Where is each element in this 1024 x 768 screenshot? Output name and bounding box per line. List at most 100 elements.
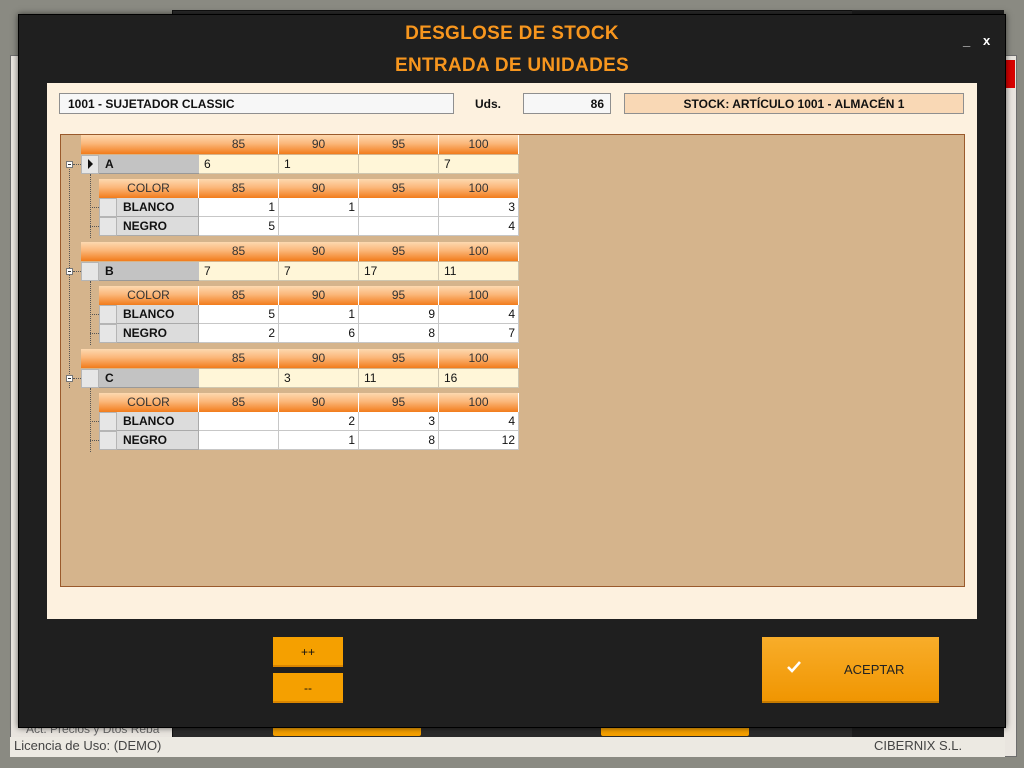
color-header: COLOR — [99, 286, 199, 305]
collapse-icon[interactable] — [66, 375, 73, 382]
color-quantity-cell[interactable]: 5 — [199, 305, 279, 324]
color-quantity-cell[interactable]: 3 — [439, 198, 519, 217]
dialog-subtitle: ENTRADA DE UNIDADES — [394, 55, 630, 76]
stock-breakdown-dialog: DESGLOSE DE STOCK ENTRADA DE UNIDADES _ … — [18, 14, 1006, 728]
background-red-strip — [1005, 60, 1015, 88]
size-header: 95 — [359, 242, 439, 261]
row-header[interactable] — [99, 324, 117, 343]
tree-line — [90, 281, 91, 345]
size-header: 100 — [439, 179, 519, 198]
group-total-cell[interactable]: 7 — [439, 155, 519, 174]
tree-line — [90, 174, 91, 238]
color-quantity-cell[interactable]: 7 — [439, 324, 519, 343]
row-header[interactable] — [99, 305, 117, 324]
article-field[interactable]: 1001 - SUJETADOR CLASSIC — [59, 93, 454, 114]
size-header: 95 — [359, 286, 439, 305]
decrement-button[interactable]: -- — [273, 673, 343, 703]
tree-line — [90, 388, 91, 452]
collapse-icon[interactable] — [66, 161, 73, 168]
color-quantity-cell[interactable] — [199, 412, 279, 431]
color-quantity-cell[interactable]: 4 — [439, 217, 519, 236]
color-quantity-cell[interactable] — [279, 217, 359, 236]
group-total-cell[interactable]: 16 — [439, 369, 519, 388]
tree-line — [73, 271, 81, 272]
tree-line — [90, 440, 99, 441]
row-header[interactable] — [99, 431, 117, 450]
color-name: NEGRO — [117, 217, 199, 236]
color-quantity-cell[interactable]: 1 — [279, 198, 359, 217]
tree-line — [90, 207, 99, 208]
accept-button[interactable]: ACEPTAR — [762, 637, 939, 703]
color-quantity-cell[interactable]: 4 — [439, 412, 519, 431]
tree-line — [90, 333, 99, 334]
size-header: 100 — [439, 242, 519, 261]
row-header[interactable] — [81, 262, 99, 281]
tree-line — [73, 164, 81, 165]
group-header-blank — [81, 135, 199, 154]
size-header: 85 — [199, 286, 279, 305]
check-icon — [787, 661, 801, 673]
collapse-icon[interactable] — [66, 268, 73, 275]
color-header: COLOR — [99, 179, 199, 198]
group-total-cell[interactable] — [359, 155, 439, 174]
size-header: 95 — [359, 349, 439, 368]
tree-line — [90, 314, 99, 315]
size-header: 85 — [199, 179, 279, 198]
size-header: 90 — [279, 242, 359, 261]
accept-label: ACEPTAR — [844, 662, 905, 677]
row-header[interactable] — [99, 412, 117, 431]
increment-button[interactable]: ++ — [273, 637, 343, 667]
size-header: 85 — [199, 242, 279, 261]
size-header: 100 — [439, 286, 519, 305]
group-total-cell[interactable]: 17 — [359, 262, 439, 281]
tree-line — [90, 226, 99, 227]
close-button[interactable]: x — [983, 33, 990, 48]
group-total-cell[interactable]: 6 — [199, 155, 279, 174]
size-header: 85 — [199, 349, 279, 368]
group-total-cell[interactable]: 3 — [279, 369, 359, 388]
uds-label: Uds. — [475, 97, 502, 111]
size-header: 90 — [279, 286, 359, 305]
group-total-cell[interactable]: 1 — [279, 155, 359, 174]
color-quantity-cell[interactable]: 1 — [279, 431, 359, 450]
color-quantity-cell[interactable]: 2 — [199, 324, 279, 343]
group-total-cell[interactable]: 7 — [199, 262, 279, 281]
size-header: 100 — [439, 393, 519, 412]
color-quantity-cell[interactable]: 9 — [359, 305, 439, 324]
stock-info-label: STOCK: ARTÍCULO 1001 - ALMACÉN 1 — [624, 93, 964, 114]
size-header: 90 — [279, 349, 359, 368]
color-quantity-cell[interactable]: 5 — [199, 217, 279, 236]
color-quantity-cell[interactable] — [359, 198, 439, 217]
color-quantity-cell[interactable]: 8 — [359, 431, 439, 450]
stock-grid[interactable]: 85 90 95 100 A 6 1 7 COLOR 85 90 95 100 BLANCO 1 1 3 NEGR… — [60, 134, 965, 587]
color-quantity-cell[interactable]: 3 — [359, 412, 439, 431]
row-header[interactable] — [81, 369, 99, 388]
row-header[interactable] — [99, 198, 117, 217]
color-quantity-cell[interactable] — [199, 431, 279, 450]
group-total-cell[interactable]: 11 — [359, 369, 439, 388]
tree-line — [73, 378, 81, 379]
color-quantity-cell[interactable]: 12 — [439, 431, 519, 450]
tree-line — [69, 164, 70, 388]
tree-line — [90, 421, 99, 422]
color-quantity-cell[interactable]: 1 — [199, 198, 279, 217]
color-name: NEGRO — [117, 324, 199, 343]
color-quantity-cell[interactable]: 2 — [279, 412, 359, 431]
size-header: 100 — [439, 135, 519, 154]
color-quantity-cell[interactable]: 6 — [279, 324, 359, 343]
color-quantity-cell[interactable]: 4 — [439, 305, 519, 324]
group-name: C — [99, 369, 199, 388]
current-row-arrow-icon — [88, 159, 93, 169]
color-quantity-cell[interactable]: 8 — [359, 324, 439, 343]
color-quantity-cell[interactable] — [359, 217, 439, 236]
background-company-text: CIBERNIX S.L. — [874, 738, 963, 753]
group-total-cell[interactable]: 7 — [279, 262, 359, 281]
group-total-cell[interactable]: 11 — [439, 262, 519, 281]
color-name: BLANCO — [117, 198, 199, 217]
group-total-cell[interactable] — [199, 369, 279, 388]
uds-field[interactable]: 86 — [523, 93, 611, 114]
color-quantity-cell[interactable]: 1 — [279, 305, 359, 324]
minimize-button[interactable]: _ — [963, 33, 970, 48]
row-header[interactable] — [99, 217, 117, 236]
group-header-blank — [81, 349, 199, 368]
